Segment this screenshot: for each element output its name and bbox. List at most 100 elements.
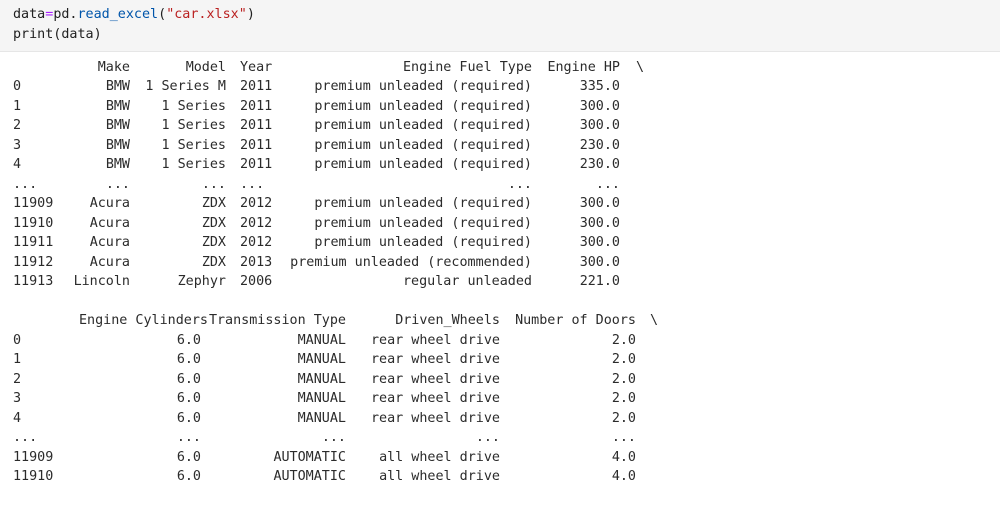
table2-cell-engine-cylinders: 6.0 (176, 352, 201, 367)
table1-row: 4 BMW 1 Series 2011 premium unleaded (re… (0, 156, 1000, 174)
table1-header-fuel-type: Engine Fuel Type (403, 60, 532, 75)
table1-cell-make: Lincoln (73, 274, 130, 289)
table2-cell-number-of-doors: 2.0 (611, 391, 636, 406)
table1-cell-year: 2012 (240, 215, 273, 231)
table1-cell-engine-hp: 230.0 (579, 137, 620, 153)
table2-header-number-of-doors: Number of Doors (515, 313, 636, 328)
table1-cell-model: Zephyr (177, 274, 226, 289)
table2-ellipsis-row: ... ... ... ... ... (0, 429, 1000, 447)
table2-cell-transmission-type: MANUAL (297, 352, 346, 367)
table2-cell-engine-cylinders: 6.0 (176, 391, 201, 406)
table2-cell-transmission-type: MANUAL (297, 332, 346, 348)
table1-cell-year: 2011 (240, 157, 273, 172)
table1-cell-make: BMW (105, 118, 130, 133)
table1-row-index: 2 (13, 118, 22, 133)
table2-row: 0 6.0 MANUAL rear wheel drive 2.0 (0, 332, 1000, 350)
table1-header-row: Make Model Year Engine Fuel Type Engine … (0, 59, 1000, 77)
table1-cell-make: Acura (89, 196, 130, 211)
table1-cell-engine-hp: 230.0 (579, 157, 620, 172)
table1-row-index: 4 (13, 157, 22, 172)
table2-cell-transmission-type: AUTOMATIC (273, 449, 346, 465)
table2-cell-driven-wheels: rear wheel drive (371, 332, 500, 348)
table2-cell-number-of-doors: 2.0 (611, 371, 636, 387)
table2-cell-driven-wheels: rear wheel drive (371, 410, 500, 426)
table2-continuation-mark: \ (650, 313, 659, 328)
table2-row-index: 11909 (13, 449, 54, 465)
table1-row-index: 1 (13, 98, 22, 114)
table2-cell-number-of-doors: 2.0 (611, 352, 636, 367)
table2-row-index: 1 (13, 352, 22, 367)
table2-cell-driven-wheels: rear wheel drive (371, 391, 500, 406)
table2-header-driven-wheels: Driven_Wheels (395, 313, 500, 328)
table2-row: 2 6.0 MANUAL rear wheel drive 2.0 (0, 371, 1000, 389)
table2-cell-number-of-doors: 4.0 (611, 469, 636, 484)
table2-cell-engine-cylinders: 6.0 (176, 332, 201, 348)
table1-row-index: ... (13, 176, 38, 192)
table1-cell-model: ZDX (201, 235, 226, 250)
table1-cell-year: 2006 (240, 274, 273, 289)
table2-row: 3 6.0 MANUAL rear wheel drive 2.0 (0, 390, 1000, 408)
table1-cell-make: Acura (89, 235, 130, 250)
table2-cell-number-of-doors: 2.0 (611, 332, 636, 348)
table2-cell-engine-cylinders: 6.0 (176, 449, 201, 465)
table1-row: 11912 Acura ZDX 2013 premium unleaded (r… (0, 254, 1000, 272)
table1-header-engine-hp: Engine HP (547, 60, 620, 75)
cell-output: Make Model Year Engine Fuel Type Engine … (0, 0, 1000, 508)
table1-row: 2 BMW 1 Series 2011 premium unleaded (re… (0, 117, 1000, 135)
table1-cell-engine-hp: 335.0 (579, 79, 620, 94)
table1-cell-model: 1 Series (161, 118, 227, 133)
table2-cell-driven-wheels: rear wheel drive (371, 371, 500, 387)
table1-cell-model: ZDX (201, 254, 226, 270)
table1-row: 11910 Acura ZDX 2012 premium unleaded (r… (0, 215, 1000, 233)
table2-row: 4 6.0 MANUAL rear wheel drive 2.0 (0, 410, 1000, 428)
table2-row-index: ... (13, 430, 38, 445)
table2-cell-engine-cylinders: 6.0 (176, 371, 201, 387)
table1-row: 3 BMW 1 Series 2011 premium unleaded (re… (0, 137, 1000, 155)
table2-cell-number-of-doors: 2.0 (611, 410, 636, 426)
table1-cell-engine-hp: 300.0 (579, 254, 620, 270)
table1-cell-model: 1 Series (161, 98, 227, 114)
table1-cell-fuel-type: premium unleaded (required) (314, 157, 532, 172)
table1-header-make: Make (97, 60, 130, 75)
table1-cell-year: 2011 (240, 79, 273, 94)
table1-cell-year: 2011 (240, 98, 273, 114)
table2-row-index: 0 (13, 332, 22, 348)
table1-cell-fuel-type: premium unleaded (required) (314, 98, 532, 114)
table1-header-model: Model (185, 60, 226, 75)
table1-row-index: 11911 (13, 235, 54, 250)
table2-cell-driven-wheels: rear wheel drive (371, 352, 500, 367)
table1-cell-model: 1 Series (161, 157, 227, 172)
table2-cell-transmission-type: MANUAL (297, 391, 346, 406)
table1-cell-year: 2012 (240, 196, 273, 211)
table1-cell-fuel-type: premium unleaded (required) (314, 196, 532, 211)
table1-row: 11911 Acura ZDX 2012 premium unleaded (r… (0, 234, 1000, 252)
table1-cell-fuel-type: premium unleaded (required) (314, 137, 532, 153)
table1-cell-model: 1 Series M (145, 79, 226, 94)
table1-cell-engine-hp: 300.0 (579, 98, 620, 114)
table1-row-index: 11910 (13, 215, 54, 231)
table1-cell-year: 2011 (240, 118, 273, 133)
table2-header-engine-cylinders: Engine Cylinders (79, 313, 208, 328)
table1-cell-year: ... (240, 176, 265, 192)
table2-cell-driven-wheels: ... (475, 430, 500, 445)
table1-cell-model: ZDX (201, 196, 226, 211)
table2-cell-driven-wheels: all wheel drive (379, 469, 500, 484)
table1-cell-engine-hp: 300.0 (579, 118, 620, 133)
table1-continuation-mark: \ (636, 60, 645, 75)
table2-row-index: 2 (13, 371, 22, 387)
table1-cell-engine-hp: 221.0 (579, 274, 620, 289)
table2-row-index: 11910 (13, 469, 54, 484)
table2-row-index: 4 (13, 410, 22, 426)
table1-cell-fuel-type: premium unleaded (required) (314, 235, 532, 250)
table2-row: 11910 6.0 AUTOMATIC all wheel drive 4.0 (0, 468, 1000, 486)
table1-cell-fuel-type: ... (507, 176, 532, 192)
table1-cell-engine-hp: 300.0 (579, 196, 620, 211)
table1-cell-make: Acura (89, 254, 130, 270)
table2-cell-transmission-type: MANUAL (297, 410, 346, 426)
table1-cell-fuel-type: regular unleaded (403, 274, 532, 289)
table2-header-row: Engine Cylinders Transmission Type Drive… (0, 312, 1000, 330)
table1-cell-engine-hp: ... (595, 176, 620, 192)
table1-cell-make: ... (105, 176, 130, 192)
table1-cell-model: ZDX (201, 215, 226, 231)
table2-cell-engine-cylinders: ... (176, 430, 201, 445)
